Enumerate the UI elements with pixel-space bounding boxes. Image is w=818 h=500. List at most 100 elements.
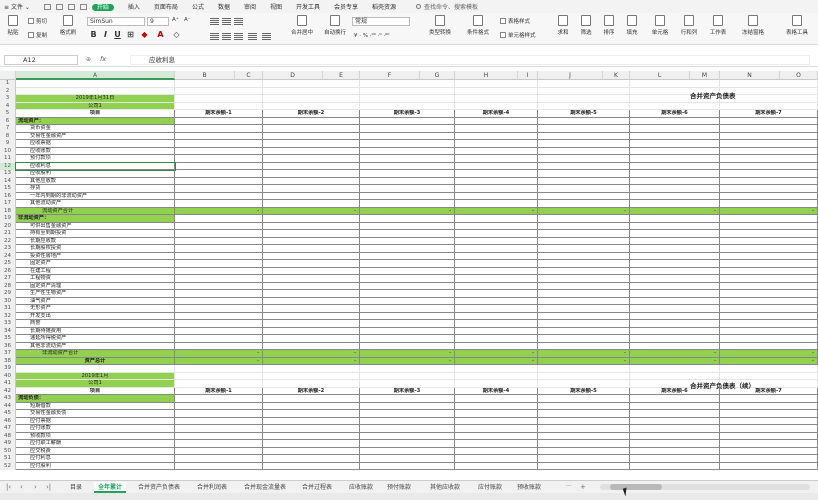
column-header[interactable]: M: [690, 71, 720, 80]
align-right-icon[interactable]: [234, 33, 243, 40]
data-cell[interactable]: -: [263, 357, 360, 365]
data-cell[interactable]: [263, 447, 360, 455]
data-cell[interactable]: [360, 87, 455, 95]
data-cell[interactable]: [263, 87, 360, 95]
cell-a[interactable]: 短期借款: [16, 402, 175, 410]
underline-button[interactable]: U: [113, 30, 122, 39]
cell-a[interactable]: 生产性生物资产: [16, 290, 175, 298]
data-cell[interactable]: [455, 410, 538, 418]
data-cell[interactable]: [538, 320, 630, 328]
data-cell[interactable]: [720, 200, 818, 208]
formula-input[interactable]: 应收利息: [130, 55, 810, 65]
conditional-format-button[interactable]: 条件格式: [462, 15, 494, 36]
cell-a[interactable]: 预收款项: [16, 432, 175, 440]
data-cell[interactable]: [720, 432, 818, 440]
data-cell[interactable]: [263, 327, 360, 335]
data-cell[interactable]: [455, 102, 538, 110]
data-cell[interactable]: [175, 417, 263, 425]
font-grow-button[interactable]: A⁺: [172, 17, 179, 23]
first-sheet-icon[interactable]: |‹: [6, 483, 11, 491]
cell-a[interactable]: 公司1: [16, 102, 175, 110]
more-tabs-button[interactable]: ···: [566, 483, 572, 490]
table-tools-button[interactable]: 表格工具: [782, 15, 812, 36]
column-header[interactable]: B: [175, 71, 235, 80]
data-cell[interactable]: -: [630, 207, 720, 215]
data-cell[interactable]: [263, 260, 360, 268]
data-cell[interactable]: [538, 245, 630, 253]
cell-a[interactable]: 存货: [16, 185, 175, 193]
cell-a[interactable]: [16, 365, 175, 373]
cell-a[interactable]: 长期待摊费用: [16, 327, 175, 335]
cell-a[interactable]: 应付利息: [16, 455, 175, 463]
cell-a[interactable]: 其他应收款: [16, 177, 175, 185]
cell-a[interactable]: 在建工程: [16, 267, 175, 275]
data-cell[interactable]: [720, 365, 818, 373]
data-cell[interactable]: [630, 185, 720, 193]
sheet-tab[interactable]: 预付账款: [383, 482, 415, 493]
clear-icon[interactable]: ◇: [172, 30, 181, 39]
data-cell[interactable]: [360, 185, 455, 193]
sheet-tab[interactable]: 全年累计: [94, 482, 127, 493]
cell-a[interactable]: 项目: [16, 110, 175, 118]
align-middle-icon[interactable]: [222, 18, 231, 25]
data-cell[interactable]: [538, 297, 630, 305]
menu-item[interactable]: 数据: [218, 4, 230, 11]
data-cell[interactable]: [630, 215, 720, 223]
cell-a[interactable]: 其他非流动资产: [16, 342, 175, 350]
data-cell[interactable]: [720, 335, 818, 343]
data-cell[interactable]: [175, 275, 263, 283]
sheet-tab[interactable]: 目录: [66, 482, 86, 493]
menu-item[interactable]: 会员专享: [334, 4, 358, 11]
sheet-tab[interactable]: 应付账款: [474, 482, 506, 493]
data-cell[interactable]: [720, 185, 818, 193]
data-cell[interactable]: [263, 222, 360, 230]
data-cell[interactable]: [720, 402, 818, 410]
data-cell[interactable]: [538, 275, 630, 283]
data-cell[interactable]: [455, 365, 538, 373]
row-header[interactable]: 14: [0, 177, 16, 185]
data-cell[interactable]: [455, 87, 538, 95]
row-header[interactable]: 24: [0, 252, 16, 260]
data-cell[interactable]: [630, 252, 720, 260]
table-style-button[interactable]: 表格样式: [500, 17, 530, 25]
data-cell[interactable]: [455, 440, 538, 448]
data-cell[interactable]: [538, 170, 630, 178]
data-cell[interactable]: [455, 155, 538, 163]
row-header[interactable]: 41: [0, 380, 16, 388]
data-cell[interactable]: [360, 380, 455, 388]
data-cell[interactable]: [455, 320, 538, 328]
data-cell[interactable]: [263, 185, 360, 193]
data-cell[interactable]: [720, 117, 818, 125]
data-cell[interactable]: [630, 177, 720, 185]
data-cell[interactable]: [175, 395, 263, 403]
data-cell[interactable]: [175, 410, 263, 418]
data-cell[interactable]: [538, 432, 630, 440]
row-header[interactable]: 9: [0, 140, 16, 148]
row-header[interactable]: 12: [0, 162, 16, 170]
column-header[interactable]: A: [16, 71, 175, 80]
data-cell[interactable]: -: [263, 207, 360, 215]
data-cell[interactable]: [360, 252, 455, 260]
column-header[interactable]: G: [420, 71, 455, 80]
data-cell[interactable]: [360, 342, 455, 350]
data-cell[interactable]: [630, 282, 720, 290]
row-header[interactable]: 35: [0, 335, 16, 343]
data-cell[interactable]: [175, 327, 263, 335]
paste-button[interactable]: 粘贴: [2, 15, 24, 36]
menu-item[interactable]: 公式: [192, 4, 204, 11]
row-header[interactable]: 47: [0, 425, 16, 433]
data-cell[interactable]: [263, 237, 360, 245]
row-header[interactable]: 39: [0, 365, 16, 373]
data-cell[interactable]: [720, 125, 818, 133]
data-cell[interactable]: [455, 267, 538, 275]
row-header[interactable]: 31: [0, 305, 16, 313]
bold-button[interactable]: B: [89, 30, 98, 39]
data-cell[interactable]: [720, 275, 818, 283]
data-cell[interactable]: [360, 125, 455, 133]
copy-button[interactable]: 复制: [28, 31, 47, 39]
data-cell[interactable]: [720, 192, 818, 200]
data-cell[interactable]: [175, 155, 263, 163]
filter-button[interactable]: 筛选: [575, 15, 597, 36]
data-cell[interactable]: [538, 80, 630, 88]
data-cell[interactable]: [720, 297, 818, 305]
